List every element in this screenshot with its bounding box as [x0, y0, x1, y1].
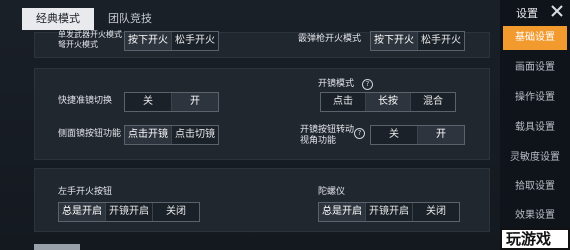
option-hold[interactable]: 长按	[365, 93, 410, 111]
gyroscope-label: 陀螺仪	[318, 187, 346, 197]
sidebar-item-controls-settings[interactable]: 操作设置	[503, 86, 567, 110]
option-tap-switch-scope[interactable]: 点击切镜	[171, 126, 218, 144]
question-circle-icon[interactable]: ?	[362, 79, 373, 90]
close-x-icon[interactable]	[550, 4, 564, 18]
site-watermark-logo: 玩游戏	[500, 228, 570, 250]
option-press-fire[interactable]: 按下开火	[125, 32, 171, 50]
scope-view-rotation-toggle: 关 开	[370, 125, 465, 145]
side-mirror-button-toggle: 点击开镜 点击切镜	[124, 125, 219, 145]
option-release-fire[interactable]: 松手开火	[171, 32, 218, 50]
option-scope-on[interactable]: 开镜开启	[365, 203, 412, 221]
option-on[interactable]: 开	[171, 93, 218, 111]
sidebar-item-pickup-settings[interactable]: 拾取设置	[503, 175, 567, 199]
option-off[interactable]: 关闭	[412, 203, 459, 221]
quick-scope-toggle: 关 开	[124, 92, 219, 112]
scope-mode-label: 开镜模式	[318, 79, 355, 89]
side-mirror-button-label: 侧面镜按钮功能	[58, 129, 122, 139]
left-fire-button-toggle: 总是开启 开镜开启 关闭	[58, 202, 200, 222]
sidebar-item-effects-settings[interactable]: 效果设置	[503, 204, 567, 228]
sidebar-title: 设置	[516, 7, 538, 20]
gyroscope-toggle: 总是开启 开镜开启 关闭	[318, 202, 460, 222]
sidebar-item-graphics-settings[interactable]: 画面设置	[503, 56, 567, 80]
tab-classic-mode[interactable]: 经典模式	[22, 8, 94, 30]
option-tap-scope[interactable]: 点击开镜	[125, 126, 171, 144]
option-off[interactable]: 关闭	[152, 203, 199, 221]
option-off[interactable]: 关	[125, 93, 171, 111]
option-off[interactable]: 关	[371, 126, 417, 144]
control-toggles-panel	[34, 168, 490, 232]
scope-settings-panel	[34, 68, 490, 160]
partial-bottom-element	[34, 244, 80, 250]
option-mixed[interactable]: 混合	[410, 93, 455, 111]
question-circle-icon[interactable]: ?	[354, 128, 365, 139]
shotgun-fire-mode-label: 霰弹枪开火模式	[298, 34, 362, 44]
shotgun-fire-mode-toggle: 按下开火 松手开火	[370, 31, 465, 51]
left-fire-button-label: 左手开火按钮	[58, 187, 113, 197]
scope-view-rotation-label: 开镜按钮转动视角功能	[300, 125, 355, 146]
option-on[interactable]: 开	[417, 126, 464, 144]
option-always-on[interactable]: 总是开启	[319, 203, 365, 221]
sidebar-item-vehicle-settings[interactable]: 载具设置	[503, 116, 567, 140]
mode-tabbar: 经典模式 团队竞技	[22, 8, 166, 32]
sidebar-item-sensitivity-settings[interactable]: 灵敏度设置	[503, 146, 567, 170]
option-press-fire[interactable]: 按下开火	[371, 32, 417, 50]
scope-mode-toggle: 点击 长按 混合	[320, 92, 456, 112]
single-fire-mode-label: 单发武器开火模式 弩开火模式	[58, 30, 122, 49]
option-always-on[interactable]: 总是开启	[59, 203, 105, 221]
sidebar-item-basic-settings[interactable]: 基础设置	[503, 26, 567, 50]
tab-team-deathmatch[interactable]: 团队竞技	[94, 8, 166, 30]
option-tap[interactable]: 点击	[321, 93, 365, 111]
single-fire-mode-toggle: 按下开火 松手开火	[124, 31, 219, 51]
option-release-fire[interactable]: 松手开火	[417, 32, 464, 50]
quick-scope-label: 快捷准镜切换	[58, 96, 113, 106]
option-scope-on[interactable]: 开镜开启	[105, 203, 152, 221]
